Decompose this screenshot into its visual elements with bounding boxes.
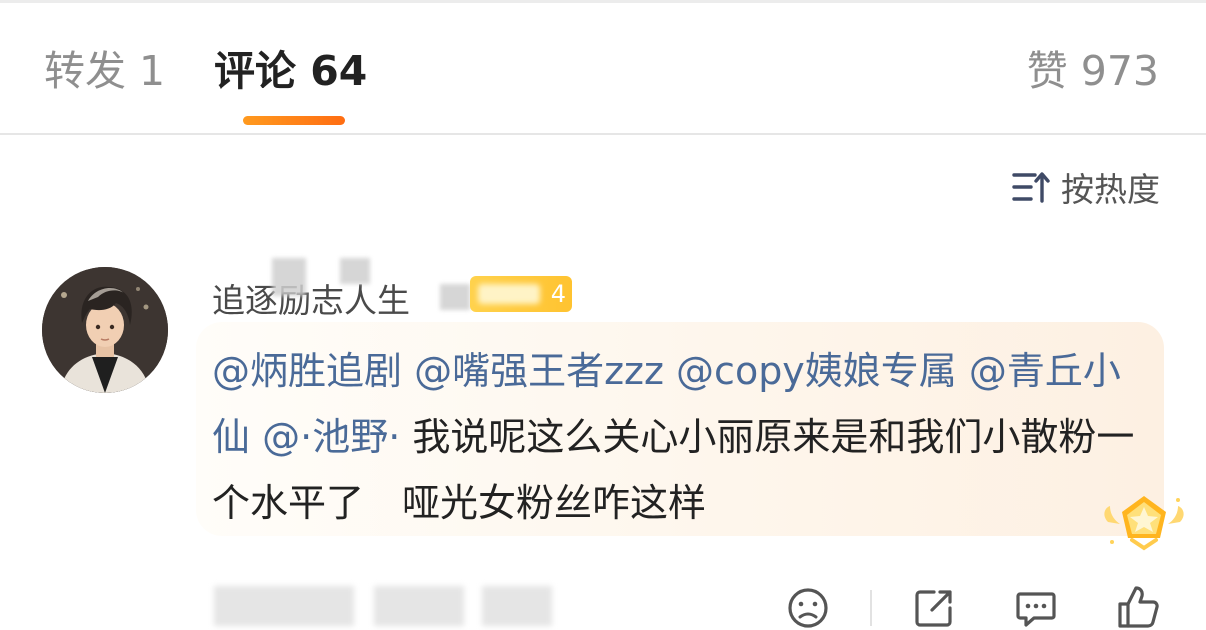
tab-likes-label: 赞 [1026,47,1068,95]
sort-icon [1011,169,1051,205]
username-redaction [440,284,470,310]
tab-likes[interactable]: 赞 973 [1027,44,1159,98]
reply-icon [1014,586,1058,630]
sort-label: 按热度 [1061,170,1160,209]
top-border [0,0,1206,3]
mention-link[interactable]: @嘴强王者zzz [414,349,664,393]
tab-divider [0,133,1206,135]
avatar[interactable] [42,267,168,393]
comment-body: @炳胜追剧 @嘴强王者zzz @copy姨娘专属 @青丘小仙 @·池野· 我说呢… [212,338,1152,536]
like-icon [1116,584,1160,630]
tab-likes-count: 973 [1080,47,1159,95]
fan-badge[interactable]: 4 [470,276,572,312]
reply-button[interactable] [1014,586,1058,630]
tab-comments-label: 评论 [214,47,296,95]
mention-link[interactable]: @·池野· [262,415,400,459]
tab-repost[interactable]: 转发 1 [44,44,165,98]
comment-username[interactable]: 追逐励志人生 [212,274,410,322]
tab-comments-count: 64 [310,47,368,95]
username-redaction [272,258,306,296]
username-redaction [340,258,370,284]
tab-comments[interactable]: 评论 64 [214,44,367,98]
share-button[interactable] [912,586,956,630]
gold-star-badge-icon [1098,490,1190,554]
share-icon [912,586,956,630]
fan-badge-redaction [478,284,540,304]
dislike-button[interactable] [786,586,830,630]
like-button[interactable] [1116,584,1160,630]
mention-link[interactable]: @炳胜追剧 [212,349,402,393]
active-tab-indicator [243,116,345,125]
action-separator [870,590,872,626]
sort-button[interactable]: 按热度 [1011,166,1160,209]
dislike-face-icon [786,586,830,630]
tab-repost-count: 1 [139,47,166,95]
tab-repost-label: 转发 [44,47,126,95]
fan-badge-level: 4 [550,280,566,308]
comment-meta-redacted [214,586,554,626]
mention-link[interactable]: @copy姨娘专属 [676,349,957,393]
